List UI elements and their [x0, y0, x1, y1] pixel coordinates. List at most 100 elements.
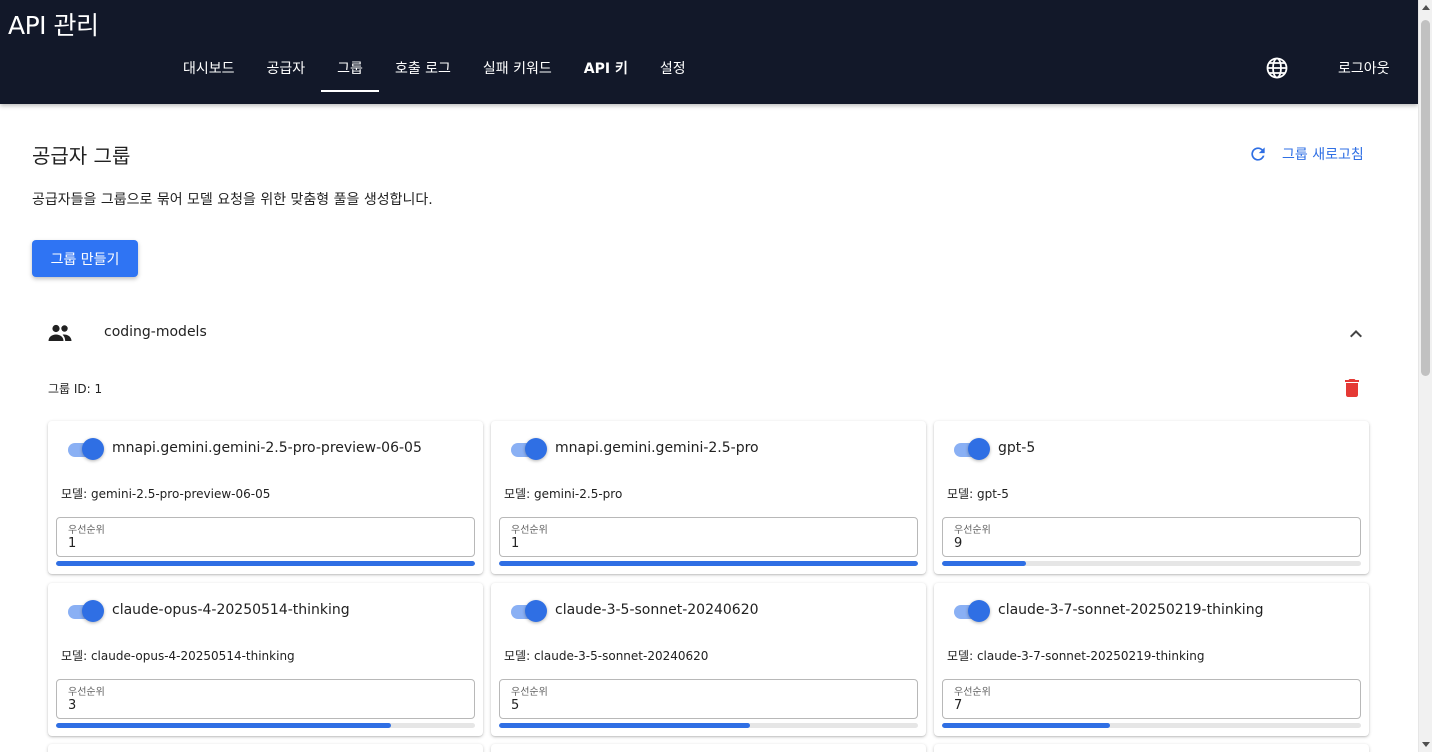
refresh-icon — [1251, 147, 1265, 161]
tab-providers[interactable]: 공급자 — [251, 44, 322, 92]
priority-label: 우선순위 — [954, 687, 991, 698]
logout-button[interactable]: 로그아웃 — [1326, 52, 1402, 84]
tab-settings[interactable]: 설정 — [644, 44, 702, 92]
group-accordion-header[interactable]: coding-models — [32, 308, 1386, 356]
provider-card-partial — [48, 744, 483, 752]
tab-call-logs[interactable]: 호출 로그 — [379, 44, 467, 92]
toggle-thumb — [525, 438, 547, 460]
provider-name: claude-3-7-sonnet-20250219-thinking — [998, 602, 1264, 618]
toggle-thumb — [525, 600, 547, 622]
provider-card: claude-3-5-sonnet-20240620 모델: claude-3-5… — [491, 583, 926, 736]
priority-input[interactable]: 우선순위 9 — [942, 517, 1361, 557]
tab-dashboard[interactable]: 대시보드 — [167, 44, 251, 92]
priority-bar — [56, 723, 475, 728]
provider-model: 모델: claude-3-5-sonnet-20240620 — [504, 647, 708, 664]
priority-bar — [499, 723, 918, 728]
model-value: gpt-5 — [976, 487, 1009, 501]
model-prefix: 모델: — [61, 487, 91, 501]
tab-failure-keywords[interactable]: 실패 키워드 — [467, 44, 568, 92]
priority-label: 우선순위 — [954, 525, 991, 536]
scrollbar[interactable] — [1418, 0, 1432, 752]
priority-bar-fill — [942, 723, 1110, 728]
create-group-button[interactable]: 그룹 만들기 — [32, 240, 138, 277]
model-value: gemini-2.5-pro-preview-06-05 — [90, 487, 271, 501]
group-icon — [48, 324, 72, 341]
model-prefix: 모델: — [947, 649, 977, 663]
priority-bar — [942, 723, 1361, 728]
chevron-up-icon[interactable] — [1344, 322, 1368, 346]
provider-enabled-toggle[interactable] — [68, 438, 104, 460]
model-prefix: 모델: — [504, 649, 534, 663]
priority-value: 5 — [511, 698, 520, 713]
provider-name: mnapi.gemini.gemini-2.5-pro — [555, 440, 759, 456]
priority-value: 1 — [511, 536, 520, 551]
toggle-thumb — [968, 600, 990, 622]
provider-name: gpt-5 — [998, 440, 1036, 456]
nav-tabs: 대시보드 공급자 그룹 호출 로그 실패 키워드 API 키 설정 — [167, 44, 702, 92]
provider-name: claude-opus-4-20250514-thinking — [112, 602, 350, 618]
tab-api-keys[interactable]: API 키 — [568, 44, 644, 92]
scroll-thumb[interactable] — [1421, 20, 1430, 376]
provider-card-partial — [934, 744, 1369, 752]
refresh-groups-button[interactable]: 그룹 새로고침 — [1240, 138, 1372, 170]
model-prefix: 모델: — [61, 649, 91, 663]
provider-enabled-toggle[interactable] — [511, 600, 547, 622]
priority-bar-fill — [499, 723, 751, 728]
priority-bar-fill — [56, 561, 475, 566]
model-prefix: 모델: — [947, 487, 977, 501]
provider-enabled-toggle[interactable] — [511, 438, 547, 460]
provider-name: claude-3-5-sonnet-20240620 — [555, 602, 759, 618]
priority-value: 1 — [68, 536, 77, 551]
toggle-thumb — [968, 438, 990, 460]
globe-icon[interactable] — [1265, 56, 1289, 80]
priority-label: 우선순위 — [511, 687, 548, 698]
provider-card: mnapi.gemini.gemini-2.5-pro 모델: gemini-2.… — [491, 421, 926, 574]
scroll-up-arrow-icon[interactable] — [1422, 5, 1430, 10]
provider-enabled-toggle[interactable] — [954, 438, 990, 460]
priority-value: 7 — [954, 698, 963, 713]
model-value: claude-3-7-sonnet-20250219-thinking — [976, 649, 1205, 663]
toggle-thumb — [82, 600, 104, 622]
provider-model: 모델: gpt-5 — [947, 485, 1009, 502]
refresh-groups-label: 그룹 새로고침 — [1282, 147, 1364, 163]
priority-label: 우선순위 — [68, 525, 105, 536]
priority-bar — [56, 561, 475, 566]
scroll-down-arrow-icon[interactable] — [1422, 742, 1430, 747]
provider-card: claude-3-7-sonnet-20250219-thinking 모델: c… — [934, 583, 1369, 736]
priority-label: 우선순위 — [511, 525, 548, 536]
priority-bar-fill — [499, 561, 918, 566]
app-bar: API 관리 대시보드 공급자 그룹 호출 로그 실패 키워드 API 키 설정… — [0, 0, 1418, 104]
provider-card: gpt-5 모델: gpt-5 우선순위 9 — [934, 421, 1369, 574]
delete-icon[interactable] — [1340, 376, 1364, 400]
tab-api-keys-label: API 키 — [583, 61, 628, 77]
group-name: coding-models — [104, 324, 207, 340]
provider-model: 모델: gemini-2.5-pro — [504, 485, 622, 502]
priority-value: 3 — [68, 698, 77, 713]
priority-input[interactable]: 우선순위 5 — [499, 679, 918, 719]
model-value: gemini-2.5-pro — [533, 487, 623, 501]
priority-value: 9 — [954, 536, 963, 551]
priority-input[interactable]: 우선순위 3 — [56, 679, 475, 719]
tab-groups[interactable]: 그룹 — [321, 44, 379, 92]
priority-bar-fill — [56, 723, 392, 728]
provider-model: 모델: gemini-2.5-pro-preview-06-05 — [61, 485, 270, 502]
priority-label: 우선순위 — [68, 687, 105, 698]
priority-input[interactable]: 우선순위 1 — [499, 517, 918, 557]
model-value: claude-opus-4-20250514-thinking — [90, 649, 295, 663]
provider-enabled-toggle[interactable] — [68, 600, 104, 622]
priority-input[interactable]: 우선순위 7 — [942, 679, 1361, 719]
model-value: claude-3-5-sonnet-20240620 — [533, 649, 709, 663]
provider-name: mnapi.gemini.gemini-2.5-pro-preview-06-0… — [112, 440, 422, 456]
provider-card-partial — [491, 744, 926, 752]
provider-card: mnapi.gemini.gemini-2.5-pro-preview-06-0… — [48, 421, 483, 574]
provider-enabled-toggle[interactable] — [954, 600, 990, 622]
provider-card: claude-opus-4-20250514-thinking 모델: claud… — [48, 583, 483, 736]
page-title: 공급자 그룹 — [32, 144, 131, 168]
priority-input[interactable]: 우선순위 1 — [56, 517, 475, 557]
model-prefix: 모델: — [504, 487, 534, 501]
provider-model: 모델: claude-3-7-sonnet-20250219-thinking — [947, 647, 1205, 664]
priority-bar — [942, 561, 1361, 566]
group-id: 그룹 ID: 1 — [48, 382, 103, 396]
priority-bar — [499, 561, 918, 566]
provider-model: 모델: claude-opus-4-20250514-thinking — [61, 647, 295, 664]
